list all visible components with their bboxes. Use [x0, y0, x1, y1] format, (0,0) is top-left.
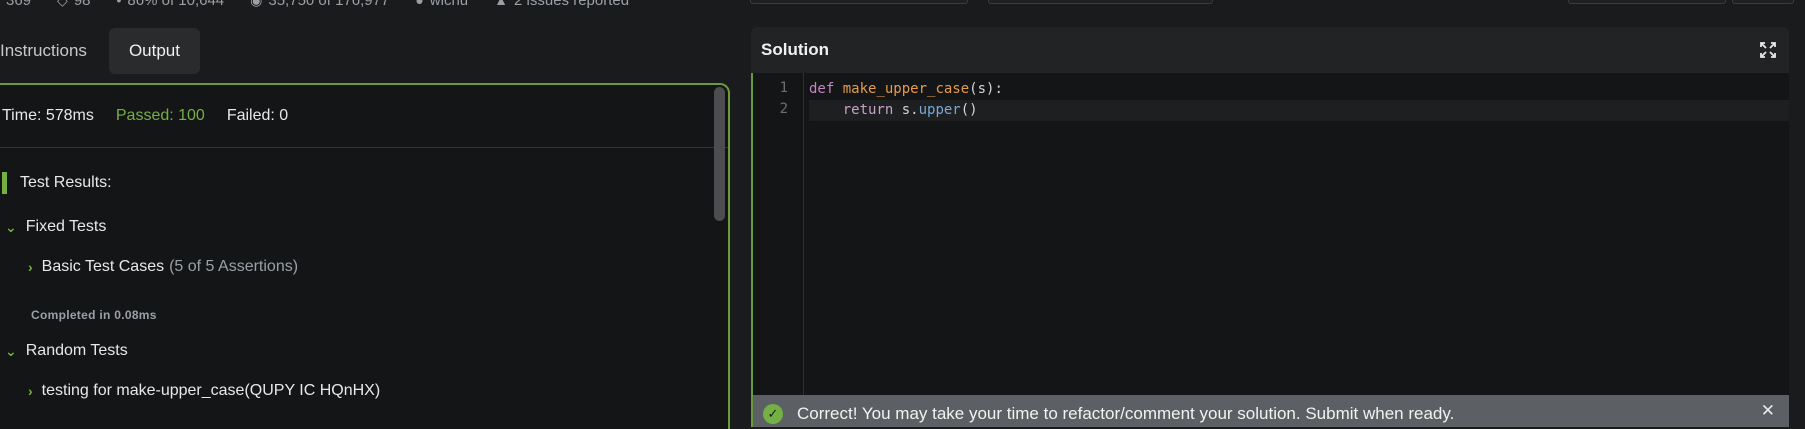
version-select[interactable]: [988, 0, 1213, 4]
top-button[interactable]: [1568, 0, 1726, 4]
issues-stat[interactable]: ▲ 2 issues reported: [494, 0, 629, 9]
line-number-gutter: 1 2: [753, 73, 804, 427]
close-icon[interactable]: ✕: [1761, 401, 1775, 421]
test-case-random[interactable]: › testing for make-upper_case(QUPY IC HQ…: [28, 382, 380, 400]
chevron-right-icon: ›: [28, 383, 33, 399]
top-button-small[interactable]: [1732, 0, 1794, 4]
votes-stat: ◇98: [57, 0, 90, 9]
code-editor[interactable]: 1 2 def make_upper_case(s): return s.upp…: [751, 73, 1789, 427]
success-toast: ✓ Correct! You may take your time to ref…: [753, 395, 1789, 427]
solution-header: Solution: [751, 27, 1789, 73]
toast-message: Correct! You may take your time to refac…: [797, 404, 1455, 423]
warning-icon: ▲: [494, 0, 509, 8]
chevron-down-icon: ⌄: [5, 218, 17, 235]
expand-icon[interactable]: [1759, 41, 1777, 59]
views-stat: ◉35,750 of 176,977: [250, 0, 389, 9]
thumbs-up-icon: •: [116, 0, 122, 8]
test-case-basic[interactable]: › Basic Test Cases (5 of 5 Assertions): [28, 258, 298, 276]
output-summary: Time: 578ms Passed: 100 Failed: 0: [0, 85, 728, 148]
tab-output[interactable]: Output: [108, 28, 200, 74]
chevron-right-icon: ›: [28, 259, 33, 275]
group-fixed-tests[interactable]: ⌄ Fixed Tests: [5, 218, 106, 236]
author-stat[interactable]: ● wichu: [415, 0, 468, 9]
left-tabs: Instructions Output: [0, 28, 200, 74]
tab-instructions[interactable]: Instructions: [0, 28, 107, 74]
code-line-1[interactable]: def make_upper_case(s):: [809, 79, 1003, 100]
completed-time: Completed in 0.08ms: [31, 308, 157, 322]
failed-summary: Failed: 0: [226, 107, 289, 124]
test-results-heading: Test Results:: [2, 171, 112, 195]
output-scrollbar[interactable]: [714, 87, 725, 221]
time-summary: Time: 578ms: [2, 107, 94, 124]
language-select[interactable]: [750, 0, 968, 4]
check-circle-icon: ✓: [763, 404, 783, 424]
chevron-down-icon: ⌄: [5, 342, 17, 359]
satisfaction-stat: • 86% of 10,644: [117, 0, 225, 9]
output-panel: Time: 578ms Passed: 100 Failed: 0 Test R…: [0, 83, 730, 429]
code-line-2[interactable]: return s.upper(): [809, 100, 1789, 121]
rank-stat: 369: [6, 0, 32, 9]
results-accent-bar: [2, 172, 7, 194]
solution-title: Solution: [761, 40, 829, 59]
group-random-tests[interactable]: ⌄ Random Tests: [5, 342, 128, 360]
eye-icon: ◉: [250, 0, 262, 9]
user-icon: ●: [415, 0, 424, 8]
line-number: 2: [779, 101, 788, 117]
star-icon: ◇: [57, 0, 68, 9]
passed-summary: Passed: 100: [115, 107, 205, 124]
assertion-count: (5 of 5 Assertions): [169, 258, 299, 275]
line-number: 1: [779, 80, 788, 96]
solution-panel: Solution 1 2 def make_upper_case(s): ret…: [751, 27, 1789, 427]
kata-stats-bar: 369 ◇98 •86% of 10,644 ◉35,750 of 176,97…: [0, 0, 760, 10]
